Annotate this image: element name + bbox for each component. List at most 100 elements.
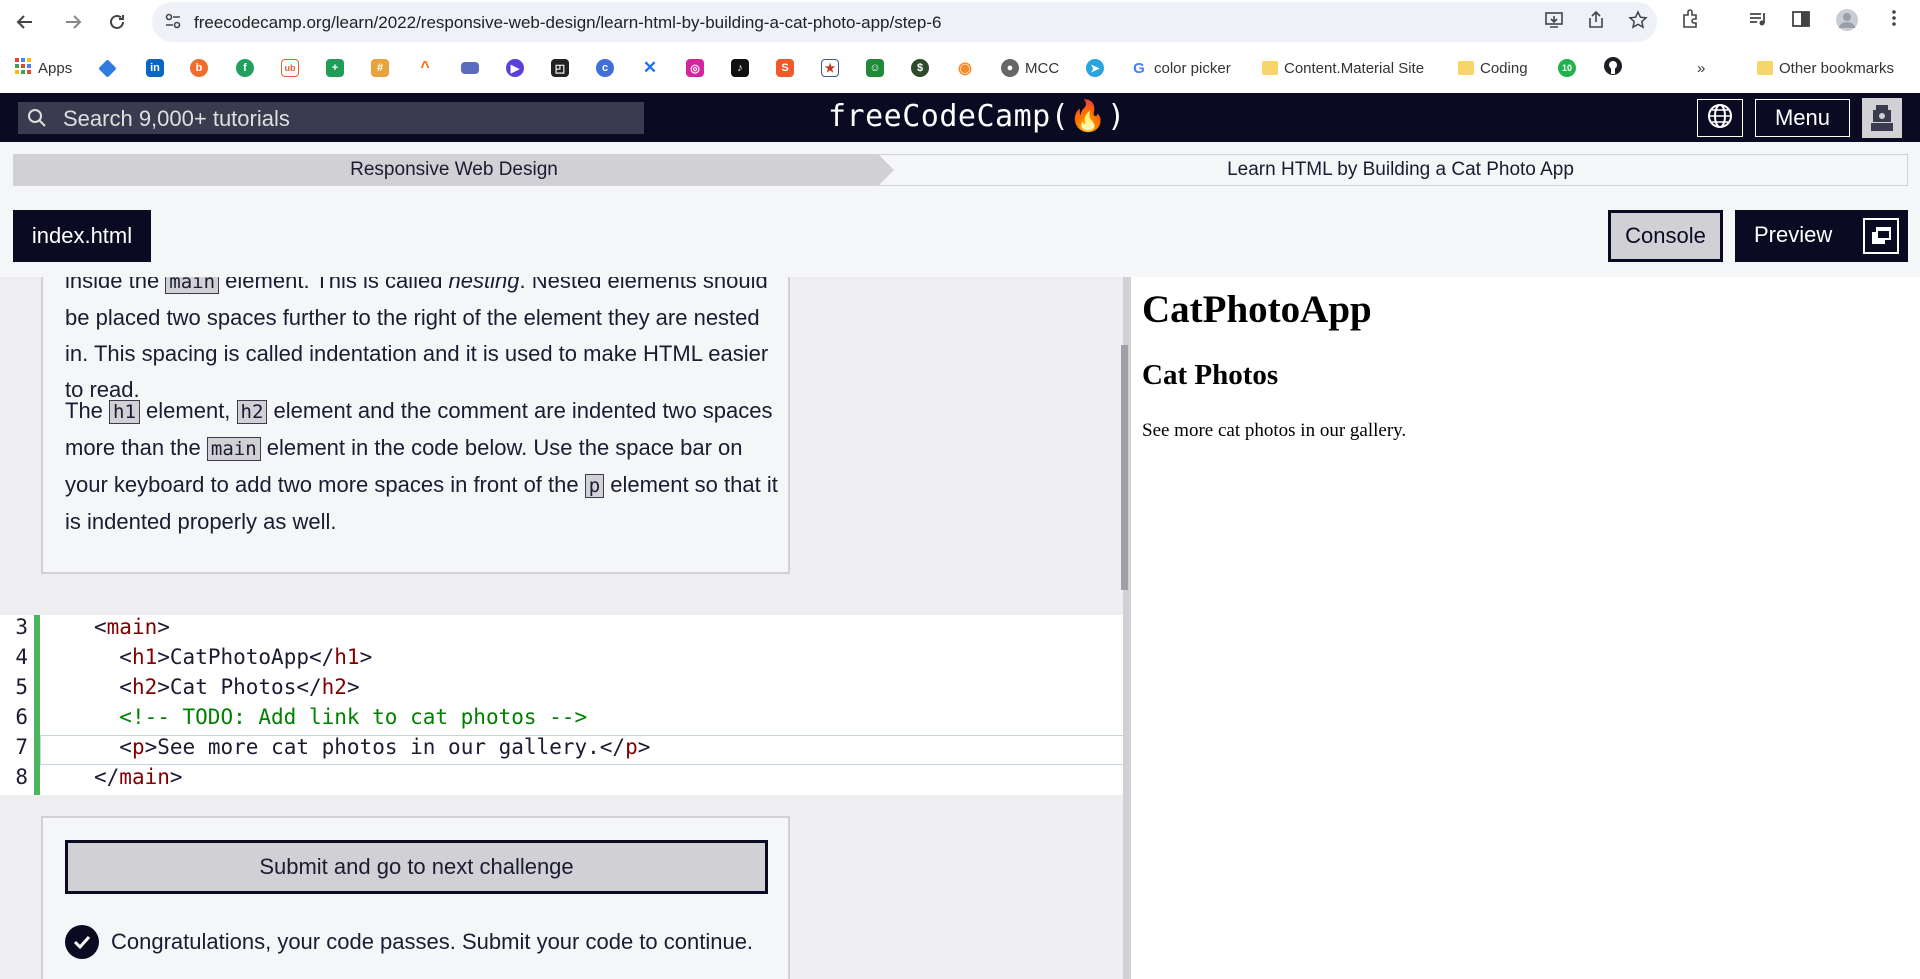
folder-icon: [1757, 61, 1773, 75]
bookmark-x[interactable]: ✕: [641, 56, 659, 80]
code-line[interactable]: <h2>Cat Photos</h2>: [94, 675, 359, 699]
fcc-navbar: Search 9,000+ tutorials freeCodeCamp(🔥) …: [0, 93, 1920, 142]
submit-button[interactable]: Submit and go to next challenge: [65, 840, 768, 894]
tab-index-html[interactable]: index.html: [13, 210, 151, 262]
bookmark-content-material[interactable]: Content.Material Site: [1262, 56, 1424, 80]
cross-icon: ✕: [641, 58, 659, 77]
forward-arrow-icon[interactable]: [58, 7, 88, 37]
code-line[interactable]: <h1>CatPhotoApp</h1>: [94, 645, 372, 669]
circle-c-icon: c: [596, 59, 614, 77]
bookmark-slack[interactable]: #: [371, 56, 389, 80]
search-input[interactable]: Search 9,000+ tutorials: [18, 102, 644, 134]
preview-heading: CatPhotoApp: [1142, 288, 1372, 331]
menu-button[interactable]: Menu: [1755, 99, 1850, 137]
inline-code: main: [165, 277, 220, 294]
card-icon: [461, 62, 479, 74]
bookmark-shop[interactable]: S: [776, 56, 794, 80]
instructions-pane: inside the main element. This is called …: [0, 277, 1127, 979]
breadcrumb: Responsive Web Design Learn HTML by Buil…: [13, 154, 1908, 186]
kebab-menu-icon[interactable]: [1880, 8, 1908, 36]
preview-subheading: Cat Photos: [1142, 359, 1279, 391]
bookmark-github[interactable]: [1603, 56, 1623, 80]
bookmark-other[interactable]: Other bookmarks: [1757, 56, 1894, 80]
side-panel-icon[interactable]: [1787, 8, 1815, 36]
tiktok-icon: ♪: [731, 59, 749, 77]
preview-button[interactable]: Preview: [1735, 210, 1908, 262]
code-editor[interactable]: 3 4 5 6 7 8 <main> <h1>CatPhotoApp</h1> …: [0, 615, 1127, 795]
line-number: 4: [15, 645, 28, 669]
shopping-bag-icon: S: [776, 59, 794, 77]
bookmark-diamond[interactable]: [98, 56, 117, 80]
ring-icon: ◉: [956, 59, 974, 77]
instagram-icon: ◎: [686, 59, 704, 77]
install-app-icon[interactable]: [1542, 10, 1566, 34]
bookmark-apps[interactable]: Apps: [14, 56, 72, 80]
inline-code: p: [584, 474, 605, 498]
bookmark-mountain[interactable]: ^: [416, 56, 434, 80]
language-button[interactable]: [1697, 99, 1743, 137]
code-comment: <!-- TODO: Add link to cat photos -->: [119, 705, 588, 729]
bookmark-ten[interactable]: 10: [1558, 56, 1576, 80]
bookmark-ub[interactable]: ub: [281, 56, 299, 80]
bookmark-ring[interactable]: ◉: [956, 56, 974, 80]
bookmark-rect[interactable]: [461, 56, 479, 80]
bookmark-square[interactable]: ◰: [551, 56, 569, 80]
address-bar[interactable]: freecodecamp.org/learn/2022/responsive-w…: [152, 2, 1657, 42]
back-arrow-icon[interactable]: [10, 7, 40, 37]
code-line[interactable]: <!-- TODO: Add link to cat photos -->: [94, 705, 587, 729]
bookmarks-overflow[interactable]: »: [1697, 56, 1705, 80]
site-settings-icon[interactable]: [164, 12, 184, 32]
caret-icon: ^: [416, 59, 434, 77]
profile-avatar-icon[interactable]: [1833, 8, 1861, 36]
url-text[interactable]: freecodecamp.org/learn/2022/responsive-w…: [194, 13, 941, 33]
circle-b-icon: b: [190, 59, 208, 77]
console-button[interactable]: Console: [1608, 210, 1723, 262]
extensions-icon[interactable]: [1677, 8, 1705, 36]
bookmark-robot[interactable]: ☺: [866, 56, 884, 80]
circle-f-icon: f: [236, 59, 254, 77]
popout-preview-icon[interactable]: [1863, 218, 1899, 254]
slack-icon: #: [371, 59, 389, 77]
badge-star-icon: ★: [821, 59, 839, 77]
bookmark-coding[interactable]: Coding: [1458, 56, 1528, 80]
user-avatar[interactable]: [1862, 98, 1902, 138]
bookmark-c[interactable]: c: [596, 56, 614, 80]
search-placeholder: Search 9,000+ tutorials: [63, 106, 290, 131]
folder-icon: [1458, 61, 1474, 75]
bookmark-f[interactable]: f: [236, 56, 254, 80]
bookmark-play[interactable]: ▶: [506, 56, 524, 80]
star-icon[interactable]: [1626, 10, 1650, 34]
fcc-logo[interactable]: freeCodeCamp(🔥): [828, 99, 1126, 134]
bookmark-linkedin[interactable]: in: [146, 56, 164, 80]
bookmark-b[interactable]: b: [190, 56, 208, 80]
breadcrumb-superblock[interactable]: Responsive Web Design: [14, 155, 894, 185]
line-number: 3: [15, 615, 28, 639]
media-icon[interactable]: [1744, 8, 1772, 36]
bookmark-mcc[interactable]: ● MCC: [1001, 56, 1059, 80]
bookmark-color-picker[interactable]: G color picker: [1130, 56, 1231, 80]
share-icon[interactable]: [1584, 10, 1608, 34]
ten-badge-icon: 10: [1558, 59, 1576, 77]
code-line[interactable]: <p>See more cat photos in our gallery.</…: [94, 735, 650, 759]
bookmark-star[interactable]: ★: [821, 56, 839, 80]
sheets-icon: +: [326, 59, 344, 77]
description-paragraph: inside the main element. This is called …: [65, 277, 780, 408]
globe-icon: [1706, 102, 1734, 135]
breadcrumb-block[interactable]: Learn HTML by Building a Cat Photo App: [894, 155, 1907, 185]
bookmark-telegram[interactable]: ➤: [1086, 56, 1104, 80]
line-number: 8: [15, 765, 28, 789]
bookmark-instagram[interactable]: ◎: [686, 56, 704, 80]
preview-pane: CatPhotoApp Cat Photos See more cat phot…: [1131, 277, 1920, 979]
reload-icon[interactable]: [102, 7, 132, 37]
scrollbar[interactable]: [1121, 345, 1128, 590]
bookmark-sheets[interactable]: +: [326, 56, 344, 80]
globe-small-icon: ●: [1001, 59, 1019, 77]
line-number: 5: [15, 675, 28, 699]
check-circle-icon: [65, 925, 99, 959]
bookmark-tiktok[interactable]: ♪: [731, 56, 749, 80]
code-line[interactable]: <main>: [94, 615, 170, 639]
bookmark-dollar[interactable]: $: [911, 56, 929, 80]
inline-code: h1: [109, 400, 140, 424]
code-line[interactable]: </main>: [94, 765, 183, 789]
telegram-icon: ➤: [1086, 59, 1104, 77]
